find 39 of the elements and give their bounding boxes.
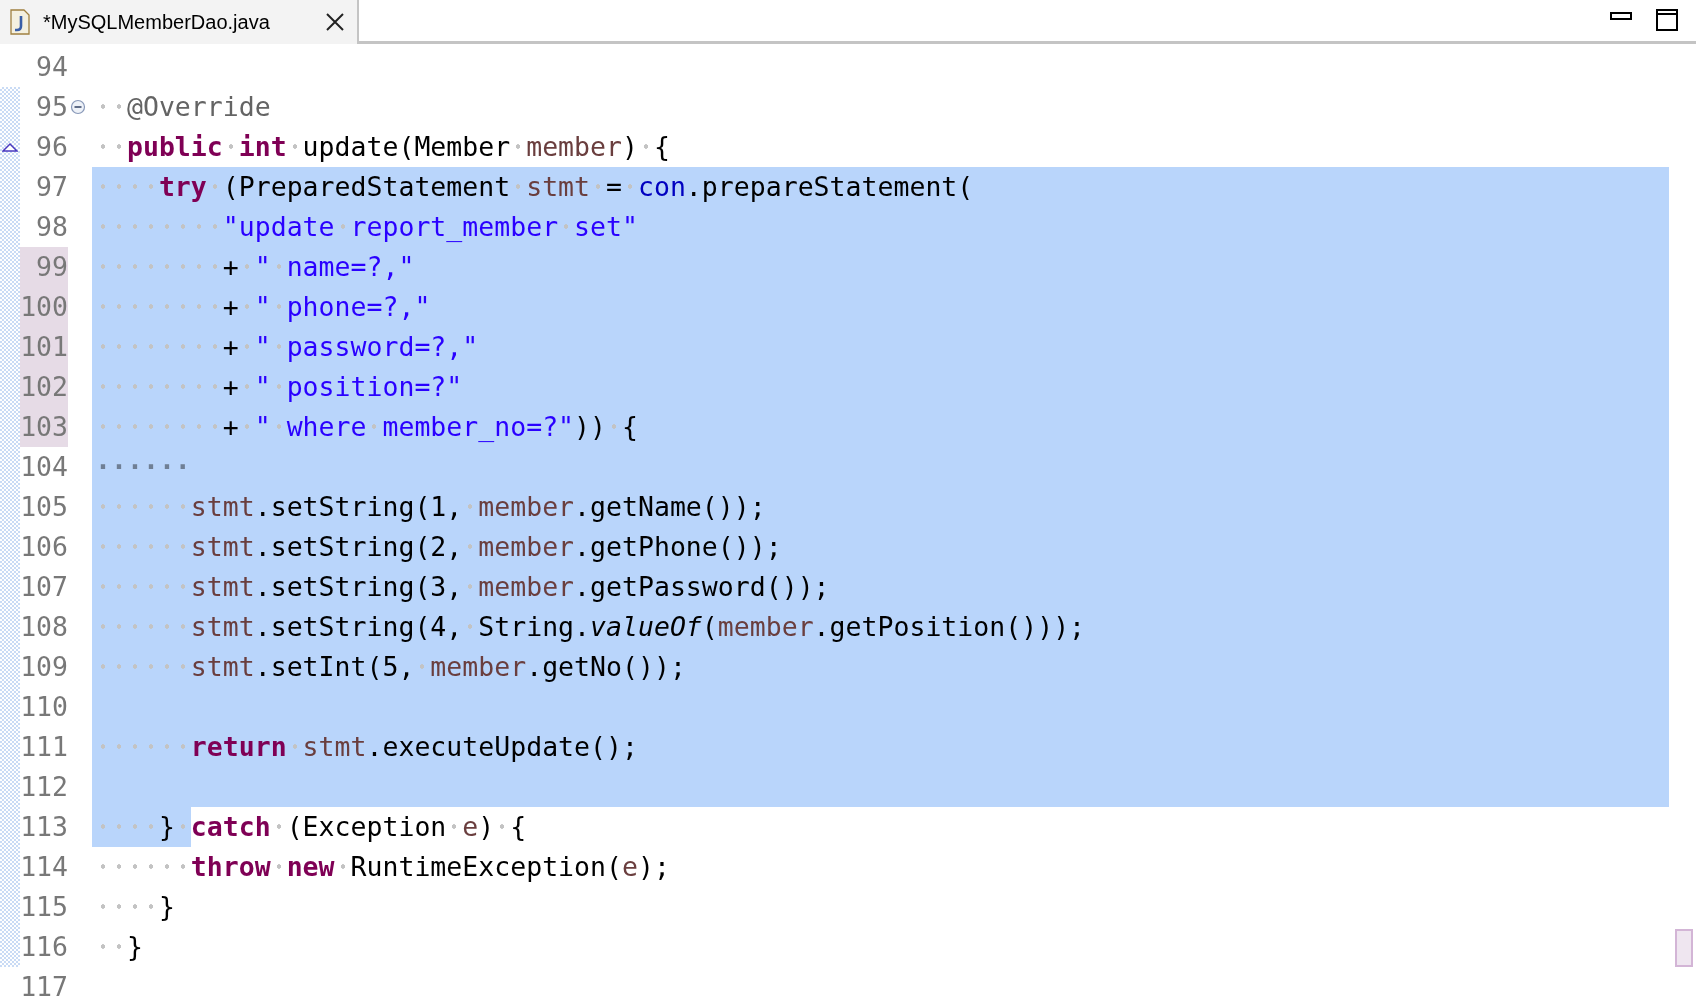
- line-number: 105: [20, 490, 68, 524]
- code-line: public int update(Member member) {: [92, 127, 1669, 167]
- tab-title: *MySQLMemberDao.java: [42, 10, 271, 34]
- java-file-icon: [9, 9, 31, 35]
- line-number: 108: [20, 610, 68, 644]
- line-number: 109: [20, 650, 68, 684]
- maximize-icon[interactable]: [1656, 9, 1678, 31]
- code-line: }: [92, 927, 1669, 967]
- overview-marker: [1675, 929, 1693, 967]
- line-number: 96: [35, 130, 68, 164]
- minimize-icon[interactable]: [1610, 12, 1632, 20]
- line-number: 94: [35, 50, 68, 84]
- line-number: 115: [20, 890, 68, 924]
- line-number: 101: [20, 327, 68, 367]
- code-line: } catch (Exception e) {: [92, 807, 1669, 847]
- line-number: 111: [20, 730, 68, 764]
- line-number: 100: [20, 287, 68, 327]
- close-icon[interactable]: [325, 12, 345, 32]
- triangle-icon[interactable]: [2, 142, 18, 152]
- line-number: 113: [20, 810, 68, 844]
- line-number: 102: [20, 367, 68, 407]
- line-number: 112: [20, 770, 68, 804]
- line-number: 116: [20, 930, 68, 964]
- collapse-icon[interactable]: [70, 99, 86, 115]
- editor-tab[interactable]: *MySQLMemberDao.java: [0, 0, 357, 44]
- code-line: throw new RuntimeException(e);: [92, 847, 1669, 887]
- code-line: }: [92, 887, 1669, 927]
- line-number: 107: [20, 570, 68, 604]
- line-number: 99: [20, 247, 68, 287]
- line-number: 104: [20, 450, 68, 484]
- line-number: 103: [20, 407, 68, 447]
- code-line: @Override: [92, 87, 1669, 127]
- line-number: 95: [35, 90, 68, 124]
- line-number: 97: [35, 170, 68, 204]
- line-number: 117: [20, 970, 68, 1000]
- line-number: 106: [20, 530, 68, 564]
- line-number: 110: [20, 690, 68, 724]
- line-number: 98: [35, 210, 68, 244]
- line-number: 114: [20, 850, 68, 884]
